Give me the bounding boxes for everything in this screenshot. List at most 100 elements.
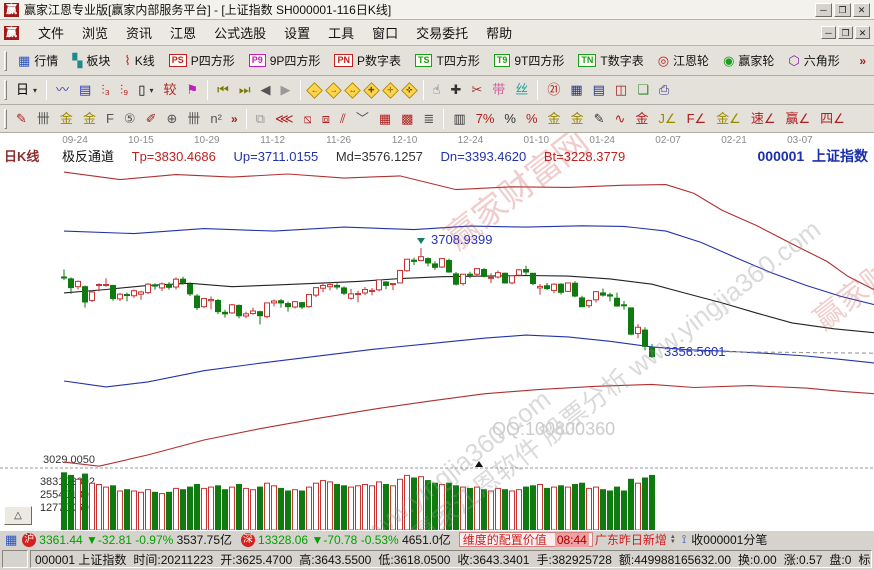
- kline-button[interactable]: ⌇K线: [117, 49, 161, 72]
- fan-box2-button[interactable]: ⧈: [317, 110, 335, 128]
- time-ruler-button[interactable]: ⊕: [161, 110, 182, 128]
- last-bar-button[interactable]: ⏭: [234, 81, 256, 99]
- gann-wheel-button[interactable]: ◎江恩轮: [651, 49, 716, 72]
- menu-item-江恩[interactable]: 江恩: [161, 20, 205, 45]
- ma3-button[interactable]: ⫶₃: [96, 81, 115, 99]
- p-number-button[interactable]: PNP数字表: [327, 49, 408, 72]
- four-angle-button[interactable]: 四∠: [815, 110, 850, 128]
- percent7-button[interactable]: 7%: [471, 110, 500, 128]
- pen-button[interactable]: ✎: [11, 110, 32, 128]
- menu-item-文件[interactable]: 文件: [29, 20, 73, 45]
- rect-tool-button[interactable]: ⧉: [251, 110, 270, 128]
- news-headline-box[interactable]: 维度的配置价值 08:44: [459, 532, 593, 547]
- p-square-button[interactable]: PSP四方形: [162, 49, 242, 72]
- cycle-teal-button[interactable]: 丝: [510, 81, 533, 99]
- menu-item-帮助[interactable]: 帮助: [477, 20, 521, 45]
- win-angle-button[interactable]: 赢∠: [780, 110, 815, 128]
- period-day-button[interactable]: 日▾: [11, 81, 42, 99]
- grid-tool2-button[interactable]: ▩: [396, 110, 418, 128]
- menu-item-资讯[interactable]: 资讯: [117, 20, 161, 45]
- toolbar-draw-overflow-button[interactable]: »: [227, 112, 242, 126]
- winner-wheel-button[interactable]: ◉赢家轮: [716, 49, 781, 72]
- grid-tool-button[interactable]: ▦: [374, 110, 396, 128]
- news-spinner[interactable]: ▲▼: [670, 535, 676, 545]
- fan-box-button[interactable]: ⧅: [298, 110, 316, 128]
- menu-item-窗口[interactable]: 窗口: [363, 20, 407, 45]
- tick-data-link[interactable]: 收000001分笔: [691, 531, 767, 548]
- gold-angle-button[interactable]: 金∠: [711, 110, 746, 128]
- print-button[interactable]: ⎙: [654, 81, 674, 99]
- percent-button[interactable]: %: [499, 110, 521, 128]
- ruler-button[interactable]: 卌: [32, 110, 55, 128]
- calculator-button[interactable]: ▦: [565, 81, 587, 99]
- menu-item-设置[interactable]: 设置: [275, 20, 319, 45]
- gann-arrow-cross-button[interactable]: ✚: [363, 82, 380, 99]
- sectors-button[interactable]: ▚板块: [65, 49, 117, 72]
- t-number-button[interactable]: TNT数字表: [571, 49, 650, 72]
- first-bar-button[interactable]: ⏮: [212, 81, 234, 99]
- child-restore-button[interactable]: ❐: [838, 26, 853, 39]
- t-square-button[interactable]: TST四方形: [408, 49, 487, 72]
- candle-style-button[interactable]: ▯▾: [133, 81, 158, 99]
- gann-bars-button[interactable]: ▥: [448, 110, 470, 128]
- menu-item-工具[interactable]: 工具: [319, 20, 363, 45]
- gold-ruler2-button[interactable]: 金: [78, 110, 101, 128]
- quotes-button[interactable]: ▦行情: [11, 49, 65, 72]
- menu-item-公式选股[interactable]: 公式选股: [205, 20, 275, 45]
- spiral-ruler-button[interactable]: ⑤: [119, 110, 141, 128]
- gann-arrow-left-button[interactable]: ←: [306, 82, 323, 99]
- gann-arrow-star-button[interactable]: ✛: [382, 82, 399, 99]
- hexagon-button[interactable]: ⬡六角形: [781, 49, 846, 72]
- percent-lines-button[interactable]: %: [521, 110, 543, 128]
- calendar-button[interactable]: ㉑: [542, 81, 565, 99]
- gold-band-button[interactable]: 金: [630, 110, 653, 128]
- toolbar-main-overflow-button[interactable]: »: [855, 54, 870, 68]
- ruler2-button[interactable]: 卌: [182, 110, 205, 128]
- child-minimize-button[interactable]: ─: [821, 26, 836, 39]
- menu-item-浏览[interactable]: 浏览: [73, 20, 117, 45]
- speed-angle-button[interactable]: 速∠: [746, 110, 781, 128]
- gold-section-button[interactable]: 金: [543, 110, 566, 128]
- gann-arrow-right-button[interactable]: →: [325, 82, 342, 99]
- menu-item-交易委托[interactable]: 交易委托: [407, 20, 477, 45]
- wave-band-button[interactable]: ∿: [609, 110, 630, 128]
- prev-bar-button[interactable]: ◀: [256, 81, 276, 99]
- cut-button[interactable]: ✂: [466, 81, 487, 99]
- gann-arrow-lr-button[interactable]: ↔: [344, 82, 361, 99]
- angle-fan-button[interactable]: ⫽: [335, 110, 351, 128]
- close-button[interactable]: ✕: [853, 3, 870, 17]
- gold-ruler-button[interactable]: 金: [55, 110, 78, 128]
- pen-ruler-button[interactable]: ✐: [141, 110, 162, 128]
- memo-button[interactable]: ▤: [74, 81, 96, 99]
- parallel-lines-button[interactable]: ≣: [418, 110, 439, 128]
- zigzag-button[interactable]: ﹀: [351, 110, 374, 128]
- crosshair-button[interactable]: ✚: [445, 81, 466, 99]
- save-button[interactable]: ◫: [610, 81, 632, 99]
- p9-square-button[interactable]: P99P四方形: [242, 49, 328, 72]
- fan-lines-button[interactable]: ⋘: [270, 110, 299, 128]
- trend-flag-button[interactable]: ⚑: [181, 81, 203, 99]
- compare-button[interactable]: 较: [158, 81, 181, 99]
- kline-chart[interactable]: 09-2410-1510-2911-1211-2612-1012-2401-10…: [0, 133, 874, 530]
- next-bar-button[interactable]: ▶: [276, 81, 296, 99]
- ma9-button[interactable]: ⫶₉: [115, 81, 133, 99]
- f-angle-button[interactable]: F∠: [682, 110, 712, 128]
- t9-square-button[interactable]: T99T四方形: [487, 49, 572, 72]
- quote-board-icon[interactable]: ▦: [5, 532, 17, 548]
- hand-button[interactable]: ☝: [428, 81, 446, 99]
- f-ruler-button[interactable]: F: [101, 110, 119, 128]
- expand-pane-button[interactable]: △: [4, 506, 32, 525]
- j-angle-button[interactable]: J∠: [653, 110, 681, 128]
- restore-button[interactable]: ❐: [834, 3, 851, 17]
- n2-ruler-button[interactable]: n²: [205, 110, 227, 128]
- minimize-button[interactable]: ─: [815, 3, 832, 17]
- notes-button[interactable]: ▤: [588, 81, 610, 99]
- cycle-pink-button[interactable]: 带: [487, 81, 510, 99]
- chan-wave-button[interactable]: 〰: [51, 81, 74, 99]
- pen-mark-button[interactable]: ✎: [589, 110, 610, 128]
- gold-lines-button[interactable]: 金: [566, 110, 589, 128]
- chart-export-button[interactable]: ❏: [632, 81, 654, 99]
- child-close-button[interactable]: ✕: [855, 26, 870, 39]
- news-ticker[interactable]: 广东昨日新增: [595, 531, 667, 548]
- gann-arrow-all-button[interactable]: ✜: [401, 82, 418, 99]
